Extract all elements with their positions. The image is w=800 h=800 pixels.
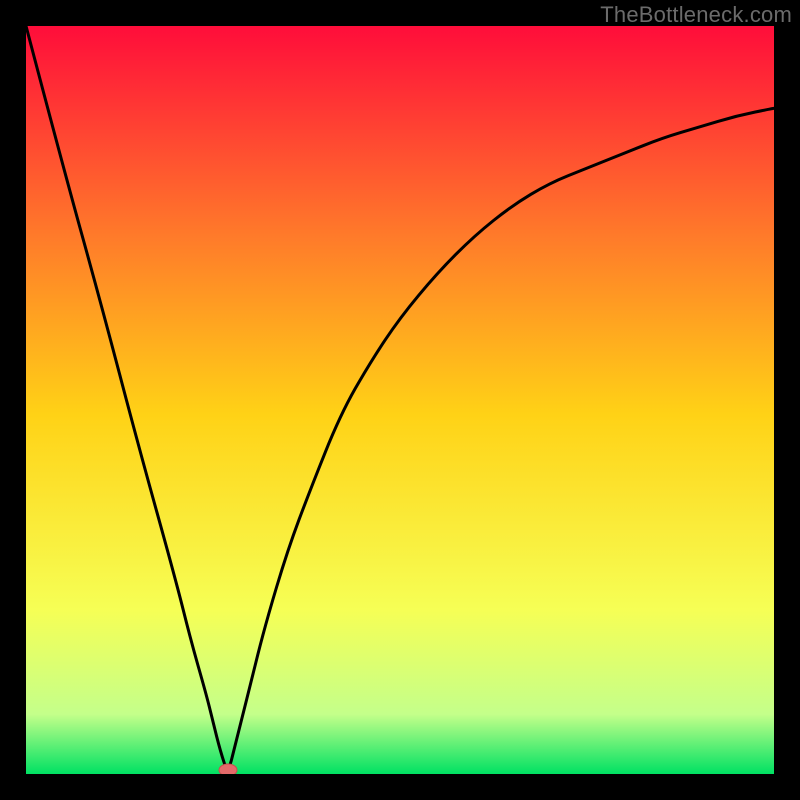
bottleneck-chart [26, 26, 774, 774]
chart-frame: TheBottleneck.com [0, 0, 800, 800]
plot-area [26, 26, 774, 774]
watermark-text: TheBottleneck.com [600, 2, 792, 28]
minimum-marker [219, 764, 237, 774]
